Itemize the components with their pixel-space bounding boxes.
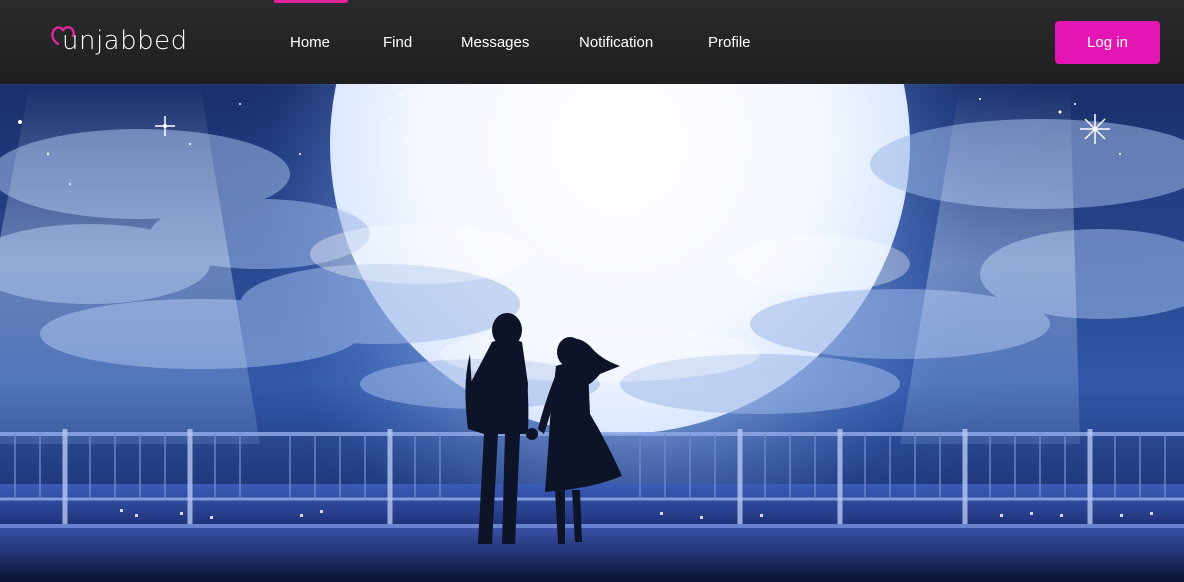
nav-home[interactable]: Home [290, 0, 383, 84]
hero-illustration [0, 84, 1184, 582]
top-navbar: unjabbed Home Find Messages Notification… [0, 0, 1184, 84]
brand-logo[interactable]: unjabbed [50, 22, 188, 62]
login-button[interactable]: Log in [1055, 21, 1160, 64]
nav-profile[interactable]: Profile [708, 0, 778, 84]
nav-notification[interactable]: Notification [579, 0, 708, 84]
hero-banner [0, 84, 1184, 582]
brand-name: unjabbed [62, 26, 188, 56]
nav-messages[interactable]: Messages [461, 0, 579, 84]
rooftop-floor [0, 524, 1184, 582]
main-nav: Home Find Messages Notification Profile [290, 0, 778, 84]
nav-find[interactable]: Find [383, 0, 461, 84]
